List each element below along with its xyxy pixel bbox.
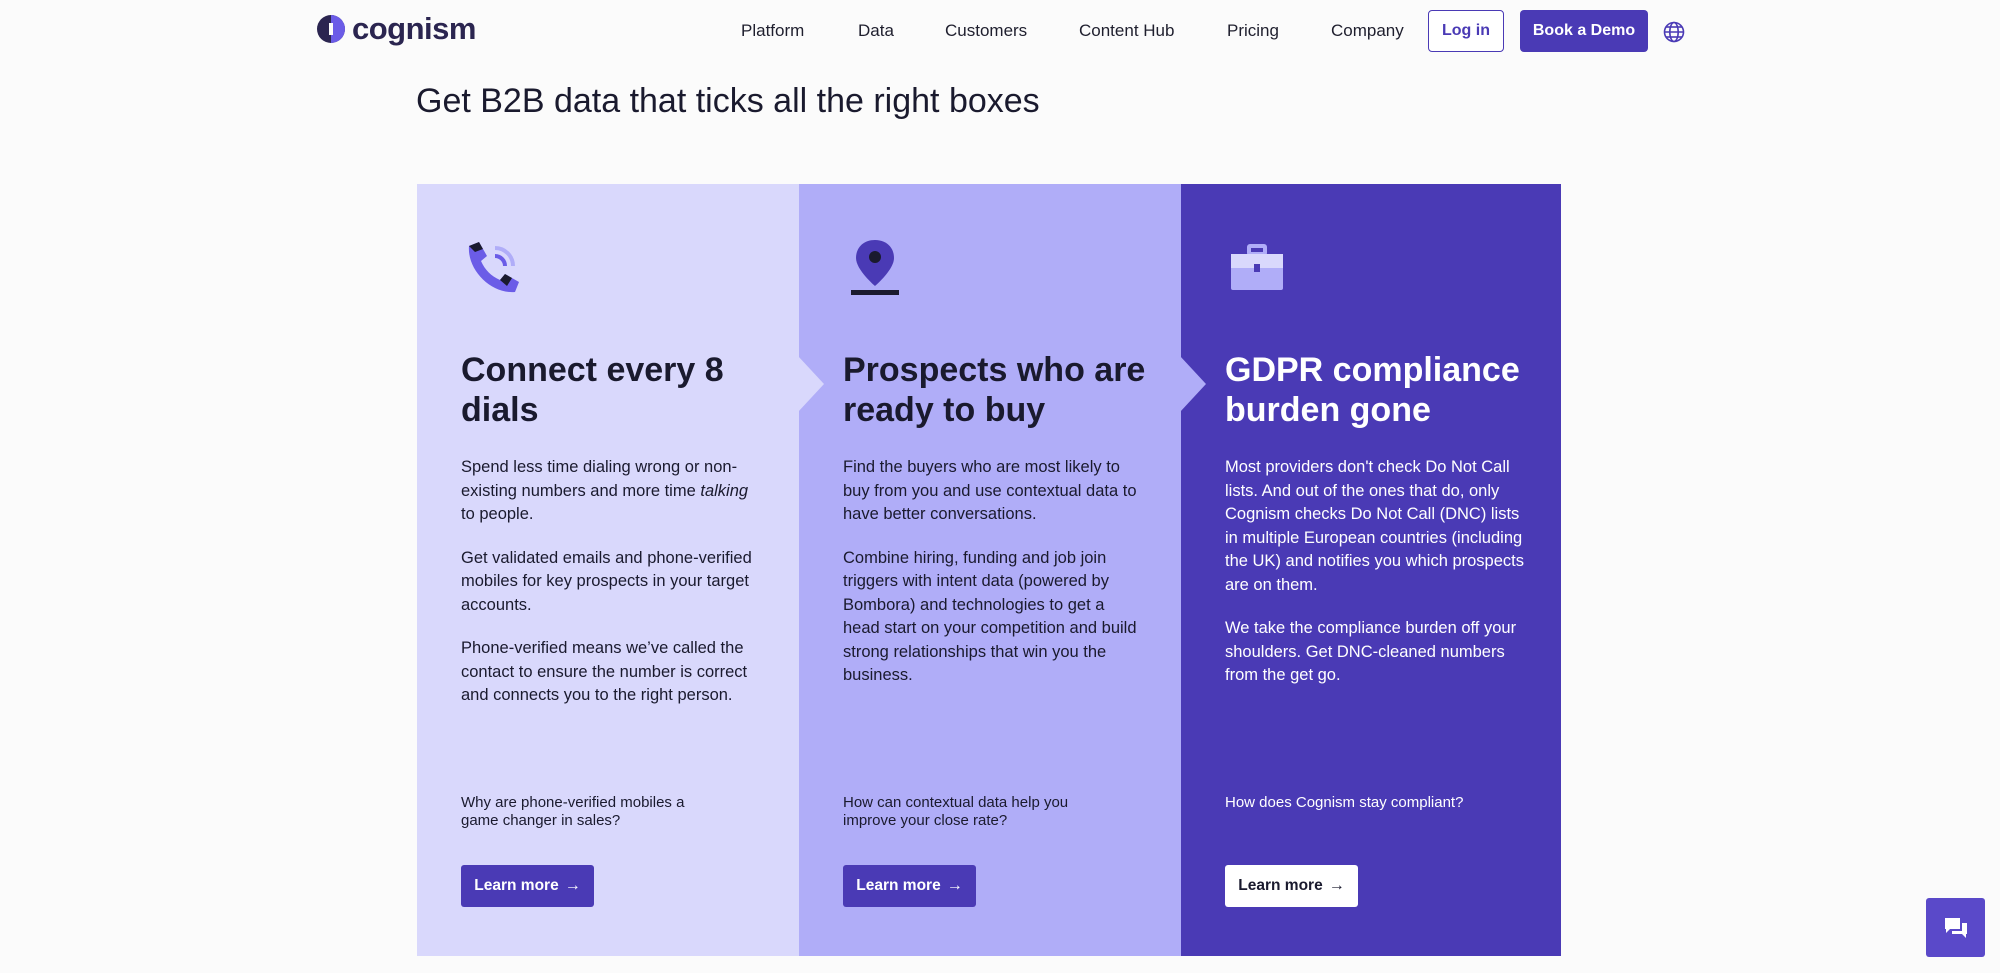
arrow-right-icon: →: [564, 877, 581, 894]
feature-columns: Connect every 8 dials Spend less time di…: [417, 184, 1561, 956]
briefcase-icon: [1231, 244, 1283, 290]
nav-content-hub[interactable]: Content Hub: [1079, 19, 1174, 43]
feature-column-connect: Connect every 8 dials Spend less time di…: [417, 184, 799, 956]
learn-more-label: Learn more: [856, 877, 941, 894]
column-body: Spend less time dialing wrong or non-exi…: [461, 456, 761, 728]
cognism-logo-icon: [317, 15, 345, 43]
arrow-right-icon: →: [1328, 877, 1345, 894]
nav-pricing[interactable]: Pricing: [1227, 19, 1279, 43]
column-paragraph: Most providers don't check Do Not Call l…: [1225, 458, 1524, 594]
column-question: How can contextual data help you improve…: [843, 794, 1069, 829]
chevron-divider: [1180, 356, 1206, 412]
learn-more-label: Learn more: [474, 877, 559, 894]
arrow-right-icon: →: [946, 877, 963, 894]
phone-icon: [468, 242, 519, 293]
learn-more-button[interactable]: Learn more →: [1225, 865, 1358, 907]
column-paragraph: Phone-verified means we’ve called the co…: [461, 639, 748, 704]
book-demo-button[interactable]: Book a Demo: [1520, 10, 1648, 52]
globe-icon[interactable]: [1663, 21, 1685, 43]
chat-button[interactable]: [1926, 898, 1985, 957]
learn-more-label: Learn more: [1238, 877, 1323, 894]
login-button[interactable]: Log in: [1428, 10, 1504, 52]
feature-column-gdpr: GDPR compliance burden gone Most provide…: [1180, 184, 1561, 956]
column-paragraph: Get validated emails and phone-verified …: [461, 548, 752, 614]
column-body: Most providers don't check Do Not Call l…: [1225, 456, 1525, 708]
learn-more-button[interactable]: Learn more →: [461, 865, 594, 907]
nav-platform[interactable]: Platform: [741, 19, 804, 43]
column-question: Why are phone-verified mobiles a game ch…: [461, 794, 685, 829]
chat-icon: [1944, 917, 1967, 938]
nav-customers[interactable]: Customers: [945, 19, 1027, 43]
nav-data[interactable]: Data: [858, 19, 894, 43]
logo[interactable]: cognism: [316, 13, 476, 45]
column-paragraph: Find the buyers who are most likely to b…: [843, 458, 1137, 523]
nav-company[interactable]: Company: [1331, 19, 1404, 43]
feature-column-prospects: Prospects who are ready to buy Find the …: [798, 184, 1181, 956]
column-body: Find the buyers who are most likely to b…: [843, 456, 1143, 708]
map-pin-icon: [851, 240, 899, 295]
column-question: How does Cognism stay compliant?: [1225, 794, 1464, 811]
site-header: cognism Platform Data Customers Content …: [0, 0, 2000, 62]
column-paragraph: Spend less time dialing wrong or non-exi…: [461, 458, 749, 523]
chevron-divider: [798, 356, 824, 412]
column-paragraph: We take the compliance burden off your s…: [1225, 619, 1517, 684]
column-title: Prospects who are ready to buy: [843, 351, 1146, 429]
page-title: Get B2B data that ticks all the right bo…: [416, 82, 1040, 120]
column-paragraph: Combine hiring, funding and job join tri…: [843, 548, 1137, 685]
column-title: Connect every 8 dials: [461, 351, 724, 429]
learn-more-button[interactable]: Learn more →: [843, 865, 976, 907]
column-title: GDPR compliance burden gone: [1225, 351, 1520, 429]
logo-text: cognism: [352, 11, 476, 46]
